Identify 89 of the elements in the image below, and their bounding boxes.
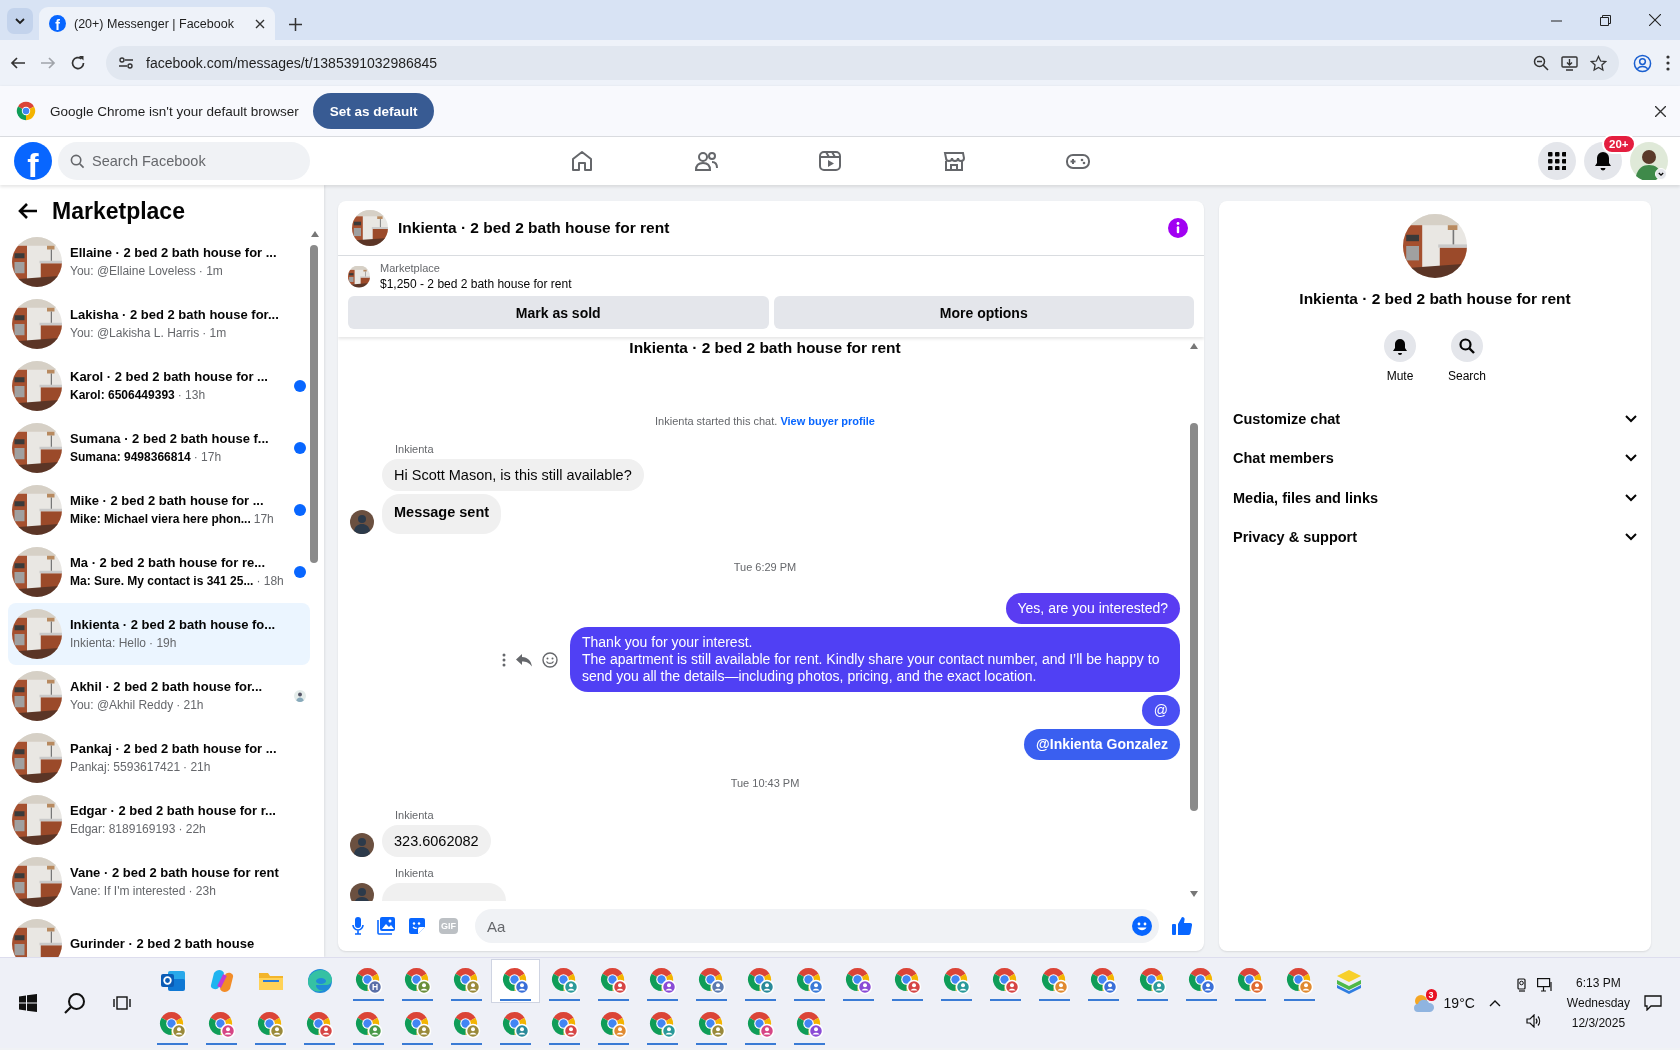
listing-label: Marketplace bbox=[380, 262, 441, 274]
infobar-message: Google Chrome isn't your default browser bbox=[50, 103, 299, 119]
conversation-title: Gurinder · 2 bed 2 bath house bbox=[70, 936, 255, 952]
taskbar-button[interactable]: H bbox=[344, 959, 393, 1003]
message-preview: Pankaj: 5593617421 bbox=[70, 760, 181, 775]
message-preview: Karol: 6506449393 bbox=[70, 388, 175, 403]
conversation-title: Mike · 2 bed 2 bath house for ... bbox=[70, 493, 264, 509]
weather-badge: 3 bbox=[1425, 989, 1437, 1001]
listing-title: $1,250 - 2 bed 2 bath house for rent bbox=[380, 277, 572, 291]
message-preview: You: @Lakisha L. Harris bbox=[70, 326, 200, 341]
message-bubble: @ bbox=[1141, 695, 1180, 726]
conversation-item[interactable]: Sumana · 2 bed 2 bath house f... Sumana: 9498366814 · 17h bbox=[8, 417, 310, 479]
message-preview: Vane: If I'm interested bbox=[70, 884, 186, 899]
message-bubble: @Inkienta Gonzalez bbox=[1024, 729, 1180, 760]
sender-name: Inkienta bbox=[395, 443, 435, 455]
timestamp: Tue 10:43 PM bbox=[729, 777, 801, 789]
section-header[interactable]: Privacy & support bbox=[1231, 517, 1639, 557]
conversation-title: Karol · 2 bed 2 bath house for ... bbox=[70, 369, 268, 385]
message-bubble: 323.6062082 bbox=[382, 825, 491, 857]
section-header[interactable]: Media, files and links bbox=[1231, 478, 1639, 518]
chat-started-note: Inkienta started this chat. bbox=[655, 415, 779, 427]
message-time: · 18h bbox=[256, 574, 284, 589]
sender-name: Inkienta bbox=[395, 809, 435, 821]
conversation-title: Vane · 2 bed 2 bath house for rent bbox=[70, 865, 279, 881]
conversation-title: Sumana · 2 bed 2 bath house f... bbox=[70, 431, 269, 447]
message-field[interactable]: Aa bbox=[475, 909, 1159, 943]
conversation-item[interactable]: Lakisha · 2 bed 2 bath house for... You: @Lakisha L. Harris · 1m bbox=[8, 293, 310, 355]
message-time: · 19h bbox=[149, 636, 177, 651]
conversation-item[interactable]: Ma · 2 bed 2 bath house for re... Ma: Sure. My contact is 341 25... · 18h bbox=[8, 541, 310, 603]
sidebar-title: Marketplace bbox=[52, 197, 185, 225]
action-button[interactable]: Mark as sold bbox=[348, 296, 769, 329]
message-preview: You: @Ellaine Loveless bbox=[70, 264, 196, 279]
message-time: · 1m bbox=[202, 326, 227, 341]
tab-title: (20+) Messenger | Facebook bbox=[74, 16, 235, 31]
conversation-title: Edgar · 2 bed 2 bath house for r... bbox=[70, 803, 276, 819]
message-time: · 22h bbox=[178, 822, 206, 837]
conversation-item[interactable]: Edgar · 2 bed 2 bath house for r... Edgar: 8189169193 · 22h bbox=[8, 789, 310, 851]
conversation-title: Ellaine · 2 bed 2 bath house for ... bbox=[70, 245, 277, 261]
address-bar[interactable]: facebook.com/messages/t/1385391032986845 bbox=[106, 46, 1619, 80]
message-time: · 23h bbox=[188, 884, 216, 899]
conversation-item[interactable]: Akhil · 2 bed 2 bath house for... You: @Akhil Reddy · 21h bbox=[8, 665, 310, 727]
conversation-item[interactable]: Mike · 2 bed 2 bath house for ... Mike: Michael viera here phon... 17h bbox=[8, 479, 310, 541]
conversation-title: Akhil · 2 bed 2 bath house for... bbox=[70, 679, 263, 695]
search-field[interactable]: Search Facebook bbox=[58, 142, 310, 180]
conversation-item[interactable]: Ellaine · 2 bed 2 bath house for ... You: @Ellaine Loveless · 1m bbox=[8, 231, 310, 293]
sender-name: Inkienta bbox=[395, 867, 435, 879]
conversation-heading: Inkienta · 2 bed 2 bath house for rent bbox=[628, 339, 902, 357]
conversation-item[interactable]: Vane · 2 bed 2 bath house for rent Vane: If I'm interested · 23h bbox=[8, 851, 310, 913]
conversation-title: Pankaj · 2 bed 2 bath house for ... bbox=[70, 741, 277, 757]
temperature: 19°C bbox=[1443, 995, 1475, 1011]
message-time: · 21h bbox=[183, 760, 211, 775]
conversation-title: Lakisha · 2 bed 2 bath house for... bbox=[70, 307, 279, 323]
details-title: Inkienta · 2 bed 2 bath house for rent bbox=[1299, 290, 1571, 308]
message-preview: Inkienta: Hello bbox=[70, 636, 147, 651]
browser-tab[interactable]: f (20+) Messenger | Facebook bbox=[39, 7, 275, 40]
clock-date: 12/3/2025 bbox=[1571, 1016, 1626, 1030]
conversation-item[interactable]: Inkienta · 2 bed 2 bath house fo... Inkienta: Hello · 19h bbox=[8, 603, 310, 665]
message-time: 17h bbox=[253, 512, 274, 527]
set-default-button[interactable]: Set as default bbox=[312, 93, 435, 129]
conversation-item[interactable]: Pankaj · 2 bed 2 bath house for ... Pankaj: 5593617421 · 21h bbox=[8, 727, 310, 789]
message-bubble: Yes, are you interested? bbox=[1005, 593, 1180, 624]
conversation-title: Ma · 2 bed 2 bath house for re... bbox=[70, 555, 266, 571]
message-time: · 1m bbox=[198, 264, 223, 279]
message-preview: Sumana: 9498366814 bbox=[70, 450, 191, 465]
section-header[interactable]: Customize chat bbox=[1231, 399, 1639, 439]
message-preview: Ma: Sure. My contact is 341 25... bbox=[70, 574, 254, 589]
timestamp: Tue 6:29 PM bbox=[732, 561, 798, 573]
conversation-title: Inkienta · 2 bed 2 bath house fo... bbox=[70, 617, 276, 633]
message-bubble: Hi Scott Mason, is this still available? bbox=[382, 459, 644, 491]
conversation-item[interactable]: Karol · 2 bed 2 bath house for ... Karol: 6506449393 · 13h bbox=[8, 355, 310, 417]
message-time: · 17h bbox=[193, 450, 222, 465]
message-time: · 13h bbox=[177, 388, 206, 403]
facebook-logo[interactable]: f bbox=[14, 142, 52, 180]
message-bubble: Thank you for your interest. The apartment is still available for rent. Kindly share your contact number, and I’ll be happy to send you all the details—including photos, pricing, and the exact location. bbox=[570, 627, 1180, 692]
message-preview: You: @Akhil Reddy bbox=[70, 698, 174, 713]
clock-time: 6:13 PM bbox=[1576, 976, 1621, 990]
message-bubble: Message sent bbox=[382, 494, 502, 534]
clock-day: Wednesday bbox=[1566, 996, 1630, 1010]
message-preview: Mike: Michael viera here phon... bbox=[70, 512, 251, 527]
favicon: f bbox=[49, 15, 66, 32]
message-preview: Edgar: 8189169193 bbox=[70, 822, 176, 837]
clock[interactable]: 6:13 PM Wednesday 12/3/2025 bbox=[1566, 976, 1630, 1030]
section-header[interactable]: Chat members bbox=[1231, 438, 1639, 478]
chat-title: Inkienta · 2 bed 2 bath house for rent bbox=[398, 219, 671, 237]
buyer-profile-link[interactable]: View buyer profile bbox=[780, 415, 875, 427]
action-button[interactable]: More options bbox=[773, 296, 1194, 329]
message-time: · 21h bbox=[176, 698, 204, 713]
url-text: facebook.com/messages/t/1385391032986845 bbox=[146, 55, 439, 71]
notification-badge: 20+ bbox=[1602, 134, 1636, 154]
